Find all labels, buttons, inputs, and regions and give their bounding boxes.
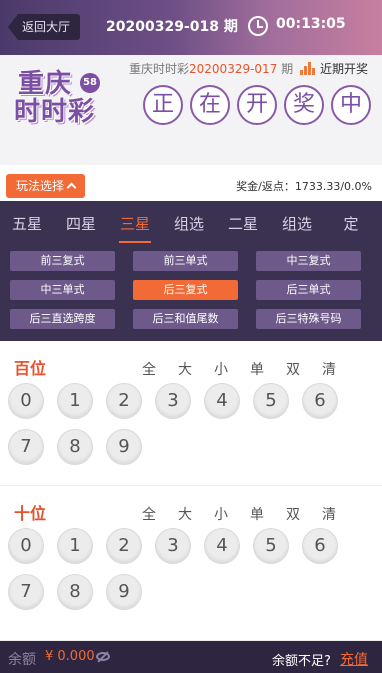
number-ball[interactable]: 0 (8, 383, 44, 419)
number-ball[interactable]: 2 (106, 528, 142, 564)
recharge-link[interactable]: 充值 (340, 649, 368, 669)
draw-status: 正在开奖中 (143, 85, 371, 125)
number-ball[interactable]: 4 (204, 383, 240, 419)
countdown-timer: 00:13:05 (276, 16, 346, 32)
play-tab[interactable]: 五星 (0, 213, 54, 239)
number-ball[interactable]: 9 (106, 574, 142, 610)
play-tab[interactable]: 四星 (54, 213, 108, 239)
number-ball[interactable]: 8 (57, 574, 93, 610)
eye-off-icon[interactable] (96, 652, 110, 661)
number-ball[interactable]: 4 (204, 528, 240, 564)
prev-period-suffix: 期 (277, 62, 294, 76)
number-ball[interactable]: 9 (106, 429, 142, 465)
clock-icon (248, 16, 268, 36)
play-tab[interactable]: 组选 (270, 213, 324, 239)
top-bar: 返回大厅 20200329-018 期 00:13:05 (0, 0, 382, 55)
number-ball[interactable]: 1 (57, 528, 93, 564)
quick-select-bar: 全大小单双清 (140, 504, 338, 524)
subtype-button[interactable]: 后三特殊号码 (256, 309, 361, 329)
subtype-button[interactable]: 中三复式 (256, 251, 361, 271)
lottery-logo: 重庆 58 时时彩 (12, 63, 112, 127)
balance-value: ¥ 0.000 (45, 649, 95, 664)
chevron-up-icon (66, 182, 77, 193)
bar-chart-icon[interactable] (300, 61, 316, 75)
status-char: 中 (331, 85, 371, 125)
prev-lottery-name: 重庆时时彩 (129, 62, 190, 76)
play-select-button[interactable]: 玩法选择 (6, 174, 86, 198)
quick-select-button[interactable]: 全 (140, 359, 158, 379)
section-title: 百位 (14, 359, 47, 378)
play-tab[interactable]: 组选 (162, 213, 216, 239)
subtype-button[interactable]: 后三和值尾数 (133, 309, 238, 329)
bonus-rebate-text: 奖金/返点：1733.33/0.0% (236, 180, 372, 193)
quick-select-bar: 全大小单双清 (140, 359, 338, 379)
section-title: 十位 (14, 504, 47, 523)
status-char: 在 (190, 85, 230, 125)
number-ball[interactable]: 1 (57, 383, 93, 419)
number-ball[interactable]: 0 (8, 528, 44, 564)
subtype-grid: 前三复式 前三单式 中三复式中三单式 后三复式 后三单式后三直选跨度 后三和值尾数 后三特殊… (10, 251, 372, 329)
subtype-button[interactable]: 后三复式 (133, 280, 238, 300)
number-ball[interactable]: 7 (8, 574, 44, 610)
previous-period-label: 重庆时时彩20200329-017 期 (129, 60, 293, 77)
quick-select-button[interactable]: 大 (176, 359, 194, 379)
number-ball[interactable]: 8 (57, 429, 93, 465)
subtype-button[interactable]: 中三单式 (10, 280, 115, 300)
quick-select-button[interactable]: 大 (176, 504, 194, 524)
number-ball[interactable]: 3 (155, 383, 191, 419)
balance-label: 余额 (8, 652, 36, 668)
play-tab[interactable]: 三星 (108, 213, 162, 243)
quick-select-button[interactable]: 全 (140, 504, 158, 524)
digit-section-tens: 十位 全大小单双清 0123456 789 (0, 486, 382, 641)
bottom-bar: 余额 ¥ 0.000 余额不足? 充值 (0, 641, 382, 673)
number-ball[interactable]: 2 (106, 383, 142, 419)
subtype-button[interactable]: 后三直选跨度 (10, 309, 115, 329)
play-select-label: 玩法选择 (16, 179, 65, 193)
prev-period-number: 20200329-017 (189, 62, 278, 76)
status-char: 正 (143, 85, 183, 125)
back-to-lobby-button[interactable]: 返回大厅 (8, 14, 81, 40)
status-char: 奖 (284, 85, 324, 125)
quick-select-button[interactable]: 清 (320, 359, 338, 379)
logo-badge: 58 (80, 73, 100, 93)
number-ball[interactable]: 6 (302, 528, 338, 564)
quick-select-button[interactable]: 单 (248, 359, 266, 379)
insufficient-balance-text: 余额不足? (272, 654, 331, 669)
subtype-button[interactable]: 前三复式 (10, 251, 115, 271)
number-balls: 0123456 789 (8, 528, 368, 610)
number-ball[interactable]: 3 (155, 528, 191, 564)
play-select-row: 玩法选择 奖金/返点：1733.33/0.0% (0, 165, 382, 201)
play-tabs: 五星 四星 三星 组选 二星 组选定 (0, 213, 382, 243)
number-ball[interactable]: 7 (8, 429, 44, 465)
subtype-button[interactable]: 后三单式 (256, 280, 361, 300)
current-period-title: 20200329-018 期 (106, 19, 238, 35)
number-ball[interactable]: 6 (302, 383, 338, 419)
number-ball[interactable]: 5 (253, 528, 289, 564)
logo-text-line2: 时时彩 (14, 97, 96, 127)
quick-select-button[interactable]: 双 (284, 504, 302, 524)
quick-select-button[interactable]: 小 (212, 359, 230, 379)
quick-select-button[interactable]: 清 (320, 504, 338, 524)
subtype-button[interactable]: 前三单式 (133, 251, 238, 271)
recent-draws-link[interactable]: 近期开奖 (320, 60, 368, 77)
quick-select-button[interactable]: 单 (248, 504, 266, 524)
quick-select-button[interactable]: 小 (212, 504, 230, 524)
quick-select-button[interactable]: 双 (284, 359, 302, 379)
play-type-panel: 五星 四星 三星 组选 二星 组选定 前三复式 前三单式 中三复式 中三单式 后三复式 后三单式 后三… (0, 201, 382, 341)
digit-section-hundreds: 百位 全大小单双清 0123456 789 (0, 341, 382, 486)
play-tab[interactable]: 二星 (216, 213, 270, 239)
number-ball[interactable]: 5 (253, 383, 289, 419)
status-char: 开 (237, 85, 277, 125)
lottery-info-panel: 重庆 58 时时彩 重庆时时彩20200329-017 期 近期开奖 正在开奖中 (0, 55, 382, 165)
play-tab[interactable]: 定 (324, 213, 378, 239)
number-balls: 0123456 789 (8, 383, 368, 465)
